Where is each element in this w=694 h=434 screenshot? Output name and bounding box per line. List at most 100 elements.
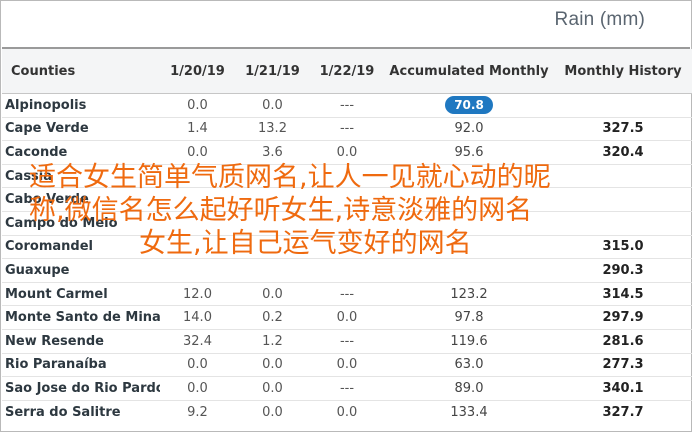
county-name-cell: Rio Paranaíba: [2, 352, 160, 377]
date-2-value-cell: 0.0: [235, 399, 310, 424]
county-name-cell: Coromandel: [2, 234, 160, 259]
table-row: Guaxupe 290.3: [2, 258, 692, 283]
monthly-history-cell: 277.3: [554, 352, 692, 377]
county-name-cell: Cape Verde: [2, 116, 160, 141]
table-row: Cape Verde 1.4 13.2 --- 92.0 327.5: [2, 116, 692, 141]
county-name-cell: Campo do Meio: [2, 210, 160, 236]
date-3-value-cell: 0.0: [310, 352, 384, 377]
date-2-value-cell: 0.0: [235, 281, 310, 306]
monthly-history-cell: 327.7: [554, 399, 692, 424]
date-3-value-cell: 0.0: [310, 305, 384, 330]
date-2-value-cell: 0.0: [235, 376, 310, 401]
date-3-value-cell: ---: [310, 281, 384, 306]
table-row: Cabo Verde: [2, 187, 692, 212]
date-2-value-cell: [235, 234, 310, 259]
date-3-value-cell: ---: [310, 116, 384, 141]
date-3-value-cell: ---: [339, 97, 355, 113]
accumulated-monthly-cell: 95.6: [384, 140, 554, 165]
table-row: Campo do Meio: [2, 210, 692, 236]
accumulated-monthly-cell: [384, 234, 554, 259]
table-row: Alpinopolis 0.0 0.0 --- 70.8: [2, 94, 692, 118]
date-1-value-cell: 0.0: [160, 376, 235, 401]
county-name-cell: Sao Jose do Rio Pardo: [2, 376, 160, 401]
rain-table: Counties 1/20/19 1/21/19 1/22/19 Accumul…: [2, 49, 692, 424]
date-3-value-cell: [310, 163, 384, 188]
date-3-value-cell: [310, 210, 384, 236]
accumulated-monthly-cell: 63.0: [384, 352, 554, 377]
accumulated-monthly-cell: [384, 187, 554, 212]
monthly-history-cell: [554, 163, 692, 188]
county-name-cell: Cassia: [2, 163, 160, 188]
date-2-value-cell: [235, 210, 310, 236]
accumulated-monthly-cell: 92.0: [384, 116, 554, 141]
accumulated-monthly-cell: 70.8: [384, 94, 554, 118]
monthly-history-cell: [554, 187, 692, 212]
date-3-value-cell: [310, 187, 384, 212]
monthly-history-cell: 315.0: [554, 234, 692, 259]
county-name-cell: New Resende: [2, 328, 160, 354]
accumulated-monthly-cell: 119.6: [384, 328, 554, 354]
date-2-value-cell: 0.0: [262, 97, 283, 113]
county-name-cell: Alpinopolis: [5, 97, 87, 113]
table-title: Rain (mm): [554, 9, 645, 30]
date-1-value-cell: [160, 234, 235, 259]
rain-table-widget: Rain (mm) Counties 1/20/19 1/21/19 1/22/…: [0, 0, 692, 432]
col-header-date-3[interactable]: 1/22/19: [310, 49, 384, 94]
table-row: Caconde 0.0 3.6 0.0 95.6 320.4: [2, 140, 692, 165]
monthly-history-cell: [554, 94, 692, 118]
table-row: Serra do Salitre 9.2 0.0 0.0 133.4 327.7: [2, 399, 692, 424]
table-row: Monte Santo de Minas 14.0 0.2 0.0 97.8 297.9: [2, 305, 692, 330]
col-header-accumulated-monthly[interactable]: Accumulated Monthly: [384, 49, 554, 94]
accumulated-monthly-cell: [384, 163, 554, 188]
highlighted-value-badge: 70.8: [445, 96, 493, 115]
col-header-counties[interactable]: Counties: [2, 49, 160, 94]
monthly-history-cell: 314.5: [554, 281, 692, 306]
date-1-value-cell: 14.0: [160, 305, 235, 330]
date-3-value-cell: ---: [310, 376, 384, 401]
table-row: New Resende 32.4 1.2 --- 119.6 281.6: [2, 328, 692, 354]
date-2-value-cell: [235, 163, 310, 188]
county-name-cell: Serra do Salitre: [2, 399, 160, 424]
date-1-value-cell: 12.0: [160, 281, 235, 306]
monthly-history-cell: [554, 210, 692, 236]
accumulated-monthly-cell: 97.8: [384, 305, 554, 330]
date-2-value-cell: 1.2: [235, 328, 310, 354]
accumulated-monthly-cell: 89.0: [384, 376, 554, 401]
date-2-value-cell: 0.2: [235, 305, 310, 330]
county-name-cell: Guaxupe: [2, 258, 160, 283]
date-2-value-cell: 0.0: [235, 352, 310, 377]
monthly-history-cell: 281.6: [554, 328, 692, 354]
date-1-value-cell: 32.4: [160, 328, 235, 354]
table-header-row: Counties 1/20/19 1/21/19 1/22/19 Accumul…: [2, 49, 692, 94]
date-1-value-cell: 1.4: [160, 116, 235, 141]
date-1-value-cell: 0.0: [187, 97, 208, 113]
county-name-cell: Cabo Verde: [2, 187, 160, 212]
table-row: Coromandel 315.0: [2, 234, 692, 259]
monthly-history-cell: 290.3: [554, 258, 692, 283]
table-row: Mount Carmel 12.0 0.0 --- 123.2 314.5: [2, 281, 692, 306]
date-1-value-cell: [160, 187, 235, 212]
accumulated-monthly-cell: [384, 210, 554, 236]
table-row: Cassia: [2, 163, 692, 188]
monthly-history-cell: 340.1: [554, 376, 692, 401]
date-1-value-cell: [160, 258, 235, 283]
date-1-value-cell: 9.2: [160, 399, 235, 424]
date-1-value-cell: 0.0: [160, 352, 235, 377]
monthly-history-cell: 327.5: [554, 116, 692, 141]
col-header-monthly-history[interactable]: Monthly History: [554, 49, 692, 94]
date-1-value-cell: 0.0: [160, 140, 235, 165]
monthly-history-cell: 297.9: [554, 305, 692, 330]
col-header-date-1[interactable]: 1/20/19: [160, 49, 235, 94]
date-2-value-cell: [235, 187, 310, 212]
accumulated-monthly-cell: 133.4: [384, 399, 554, 424]
date-3-value-cell: ---: [310, 328, 384, 354]
county-name-cell: Monte Santo de Minas: [2, 305, 160, 330]
date-2-value-cell: [235, 258, 310, 283]
date-3-value-cell: 0.0: [310, 399, 384, 424]
table-row: Rio Paranaíba 0.0 0.0 0.0 63.0 277.3: [2, 352, 692, 377]
table-row: Sao Jose do Rio Pardo 0.0 0.0 --- 89.0 340.1: [2, 376, 692, 401]
date-1-value-cell: [160, 163, 235, 188]
date-2-value-cell: 3.6: [235, 140, 310, 165]
col-header-date-2[interactable]: 1/21/19: [235, 49, 310, 94]
county-name-cell: Mount Carmel: [2, 281, 160, 306]
